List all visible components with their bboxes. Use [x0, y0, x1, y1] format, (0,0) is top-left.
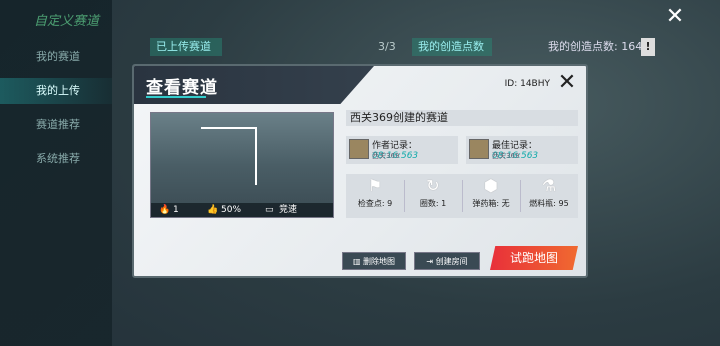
- sidebar-item-recommended-tracks[interactable]: 赛道推荐: [0, 112, 112, 138]
- author-record: 作者记录：08:16:563 西关369: [346, 136, 458, 164]
- tab-creation-points[interactable]: 我的创造点数: [412, 38, 492, 56]
- flame-icon: 🔥: [159, 205, 171, 215]
- flag-icon: ⚑: [367, 176, 383, 195]
- creation-points-value: 我的创造点数: 164: [548, 40, 643, 53]
- dialog-header: 查看赛道: [134, 66, 374, 104]
- view-track-dialog: 查看赛道 ID: 14BHY ✕ 🔥 1 👍 50% ▭ 竞速 西关369创建的…: [132, 64, 588, 278]
- track-name: 西关369创建的赛道: [346, 110, 578, 126]
- avatar: [469, 139, 489, 159]
- help-icon[interactable]: !: [641, 38, 655, 56]
- crate-icon: ⬢: [484, 176, 498, 195]
- create-room-button[interactable]: ⇥ 创建房间: [414, 252, 480, 270]
- test-run-map-button[interactable]: 试跑地图: [490, 246, 578, 270]
- sidebar-item-system-recommended[interactable]: 系统推荐: [0, 146, 112, 172]
- stat-laps: ↻ 圈数: 1: [404, 174, 462, 218]
- thumbs-up-icon: 👍: [207, 205, 219, 215]
- avatar: [349, 139, 369, 159]
- stat-checkpoints: ⚑ 检查点: 9: [346, 174, 404, 218]
- race-mode-icon: ▭: [265, 205, 274, 215]
- dialog-title: 查看赛道: [146, 78, 218, 98]
- loop-icon: ↻: [426, 176, 440, 195]
- track-stats: ⚑ 检查点: 9 ↻ 圈数: 1 ⬢ 弹药箱: 无 ⚗ 燃料瓶: 95: [346, 174, 578, 218]
- stat-fuel-bottles: ⚗ 燃料瓶: 95: [520, 174, 578, 218]
- fuel-icon: ⚗: [541, 176, 557, 195]
- dialog-close-icon[interactable]: ✕: [556, 72, 578, 94]
- delete-map-button[interactable]: ▥ 删除地图: [342, 252, 406, 270]
- close-icon[interactable]: ✕: [664, 6, 686, 28]
- trash-icon: ▥: [352, 257, 364, 266]
- preview-stats-bar: 🔥 1 👍 50% ▭ 竞速: [151, 203, 333, 217]
- author-record-player: 西关369: [372, 152, 400, 160]
- track-id: ID: 14BHY: [504, 79, 550, 89]
- tab-uploaded-tracks[interactable]: 已上传赛道: [150, 38, 222, 56]
- best-record: 最佳记录：08:16:563 西关369: [466, 136, 578, 164]
- track-preview-image: 🔥 1 👍 50% ▭ 竞速: [150, 112, 334, 218]
- like-rate: 50%: [221, 205, 242, 215]
- race-mode: 竞速: [279, 205, 298, 215]
- stat-ammo-crates: ⬢ 弹药箱: 无: [462, 174, 520, 218]
- sidebar-item-my-tracks[interactable]: 我的赛道: [0, 44, 112, 70]
- upload-count: 3/3: [378, 40, 396, 53]
- page-title: 自定义赛道: [34, 14, 100, 29]
- best-record-player: 西关369: [492, 152, 520, 160]
- title-underline: [146, 96, 206, 98]
- track-outline: [201, 127, 257, 185]
- enter-icon: ⇥: [426, 257, 436, 266]
- sidebar-item-my-uploads[interactable]: 我的上传: [0, 78, 112, 104]
- sidebar: 自定义赛道 我的赛道 我的上传 赛道推荐 系统推荐: [0, 0, 112, 346]
- likes-count: 1: [173, 205, 179, 215]
